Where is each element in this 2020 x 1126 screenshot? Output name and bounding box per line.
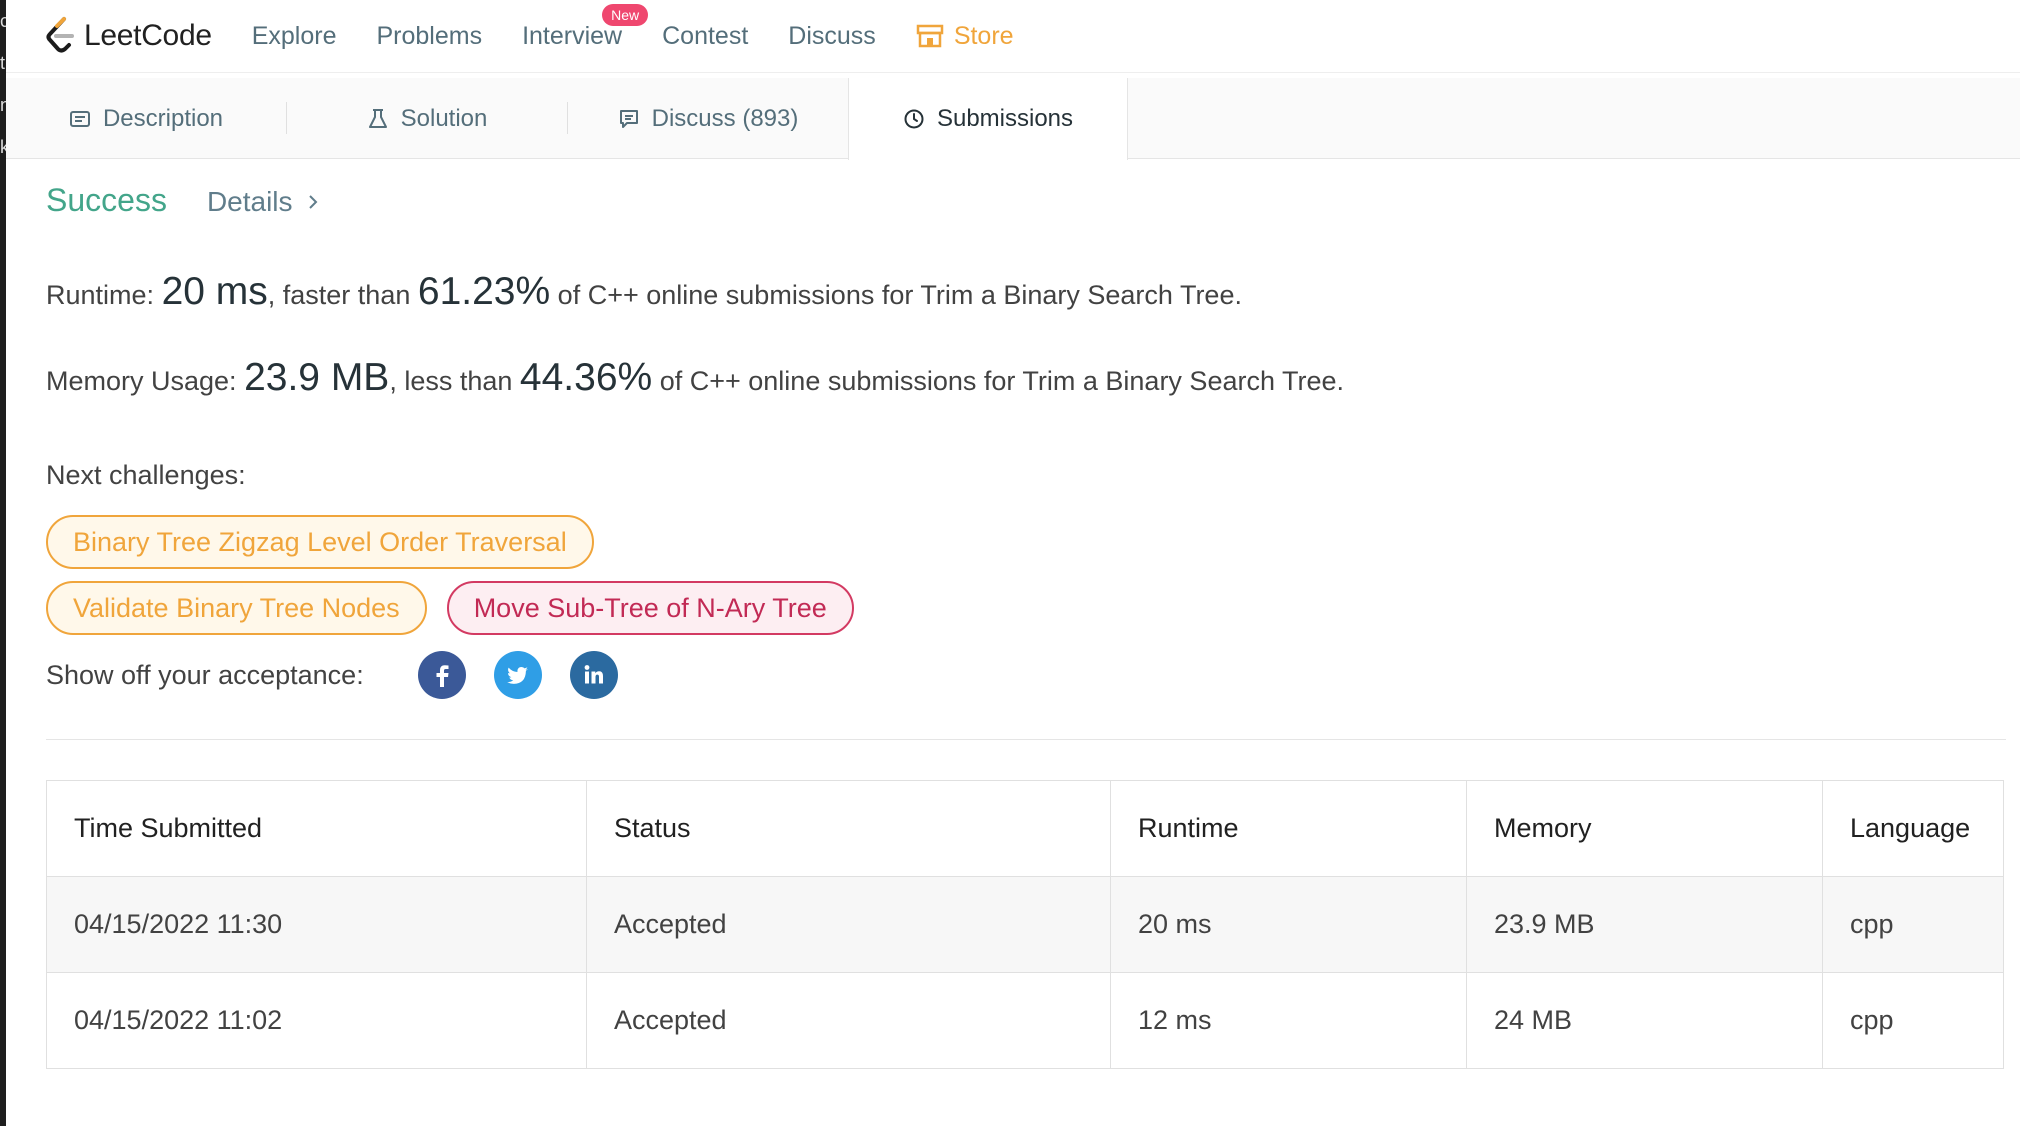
nav-contest[interactable]: Contest bbox=[662, 22, 748, 51]
twitter-share-button[interactable] bbox=[493, 651, 542, 699]
challenge-chip-validate-nodes[interactable]: Validate Binary Tree Nodes bbox=[46, 581, 427, 635]
cell-language: cpp bbox=[1822, 876, 2004, 973]
linkedin-share-button[interactable] bbox=[569, 651, 618, 699]
new-badge: New bbox=[602, 3, 649, 26]
col-time-submitted[interactable]: Time Submitted bbox=[46, 780, 587, 877]
cell-runtime: 12 ms bbox=[1110, 972, 1467, 1069]
runtime-mid: , faster than bbox=[267, 280, 411, 310]
logo-text: LeetCode bbox=[84, 19, 212, 52]
tab-description-label: Description bbox=[102, 104, 224, 132]
challenge-chip-zigzag[interactable]: Binary Tree Zigzag Level Order Traversal bbox=[46, 515, 594, 569]
col-runtime[interactable]: Runtime bbox=[1110, 780, 1467, 877]
tab-discuss[interactable]: Discuss (893) bbox=[568, 78, 848, 159]
nav-interview[interactable]: Interview New bbox=[522, 3, 649, 51]
facebook-icon bbox=[436, 665, 449, 687]
memory-stat: Memory Usage: 23.9 MB, less than 44.36% … bbox=[46, 356, 2006, 400]
share-row: Show off your acceptance: bbox=[46, 651, 2006, 699]
problem-tabs: Description Solution Discuss (893) Submi… bbox=[6, 78, 2020, 160]
table-row[interactable]: 04/15/2022 11:30 Accepted 20 ms 23.9 MB … bbox=[46, 876, 2004, 973]
memory-tail: of C++ online submissions for Trim a Bin… bbox=[659, 366, 1345, 396]
nav-discuss[interactable]: Discuss bbox=[788, 22, 876, 51]
table-row[interactable]: 04/15/2022 11:02 Accepted 12 ms 24 MB cp… bbox=[46, 972, 2004, 1069]
memory-label: Memory Usage: bbox=[46, 366, 237, 396]
nav-explore[interactable]: Explore bbox=[252, 22, 337, 51]
chevron-right-icon bbox=[308, 195, 317, 209]
runtime-label: Runtime: bbox=[46, 280, 155, 310]
cell-time-submitted: 04/15/2022 11:30 bbox=[46, 876, 587, 973]
submission-result: Success Details Runtime: 20 ms, faster t… bbox=[46, 160, 2006, 1069]
tab-submissions-label: Submissions bbox=[936, 105, 1074, 132]
chip-row: Binary Tree Zigzag Level Order Traversal bbox=[46, 515, 2006, 569]
tab-solution[interactable]: Solution bbox=[287, 78, 567, 159]
cell-status[interactable]: Accepted bbox=[586, 972, 1111, 1069]
nav-store-label: Store bbox=[953, 21, 1014, 50]
tab-discuss-label: Discuss (893) bbox=[651, 104, 799, 132]
col-memory[interactable]: Memory bbox=[1466, 780, 1823, 877]
app: LeetCode Explore Problems Interview New … bbox=[6, 0, 2020, 1126]
section-divider bbox=[46, 739, 2006, 740]
runtime-percentile: 61.23% bbox=[417, 270, 551, 313]
details-label: Details bbox=[206, 186, 293, 217]
twitter-icon bbox=[506, 667, 528, 684]
comment-icon bbox=[619, 109, 638, 128]
chip-row: Validate Binary Tree Nodes Move Sub-Tree… bbox=[46, 581, 2006, 635]
runtime-value: 20 ms bbox=[161, 270, 268, 313]
share-label: Show off your acceptance: bbox=[46, 659, 364, 690]
result-header: Success Details bbox=[46, 160, 2006, 240]
nav-interview-label: Interview bbox=[522, 21, 623, 50]
memory-percentile: 44.36% bbox=[519, 356, 653, 399]
cell-runtime: 20 ms bbox=[1110, 876, 1467, 973]
cell-language: cpp bbox=[1822, 972, 2004, 1069]
cell-status[interactable]: Accepted bbox=[586, 876, 1111, 973]
store-icon bbox=[916, 24, 944, 48]
status-success: Success bbox=[46, 182, 167, 218]
table-header-row: Time Submitted Status Runtime Memory Lan… bbox=[46, 780, 2004, 877]
challenge-chip-move-subtree[interactable]: Move Sub-Tree of N-Ary Tree bbox=[446, 581, 854, 635]
next-challenges: Binary Tree Zigzag Level Order Traversal… bbox=[46, 515, 2006, 635]
memory-value: 23.9 MB bbox=[244, 356, 390, 399]
linkedin-icon bbox=[584, 665, 603, 684]
cell-memory: 23.9 MB bbox=[1466, 876, 1823, 973]
tab-solution-label: Solution bbox=[400, 104, 488, 132]
nav-store[interactable]: Store bbox=[916, 22, 1014, 51]
cell-memory: 24 MB bbox=[1466, 972, 1823, 1069]
col-status[interactable]: Status bbox=[586, 780, 1111, 877]
facebook-share-button[interactable] bbox=[417, 651, 466, 699]
nav-problems[interactable]: Problems bbox=[376, 22, 482, 51]
flask-icon bbox=[368, 108, 387, 128]
submissions-table: Time Submitted Status Runtime Memory Lan… bbox=[46, 780, 2004, 1069]
col-language[interactable]: Language bbox=[1822, 780, 2004, 877]
runtime-stat: Runtime: 20 ms, faster than 61.23% of C+… bbox=[46, 270, 2006, 314]
runtime-tail: of C++ online submissions for Trim a Bin… bbox=[557, 280, 1242, 310]
next-challenges-label: Next challenges: bbox=[46, 460, 246, 490]
details-link[interactable]: Details bbox=[207, 186, 321, 218]
tab-description[interactable]: Description bbox=[6, 78, 286, 159]
description-icon bbox=[69, 110, 90, 127]
leetcode-logo-icon bbox=[46, 17, 74, 53]
tab-submissions[interactable]: Submissions bbox=[848, 78, 1128, 160]
clock-icon bbox=[904, 109, 924, 129]
top-navbar: LeetCode Explore Problems Interview New … bbox=[6, 0, 2020, 73]
cell-time-submitted: 04/15/2022 11:02 bbox=[46, 972, 587, 1069]
memory-mid: , less than bbox=[389, 366, 513, 396]
logo[interactable]: LeetCode bbox=[44, 16, 212, 56]
